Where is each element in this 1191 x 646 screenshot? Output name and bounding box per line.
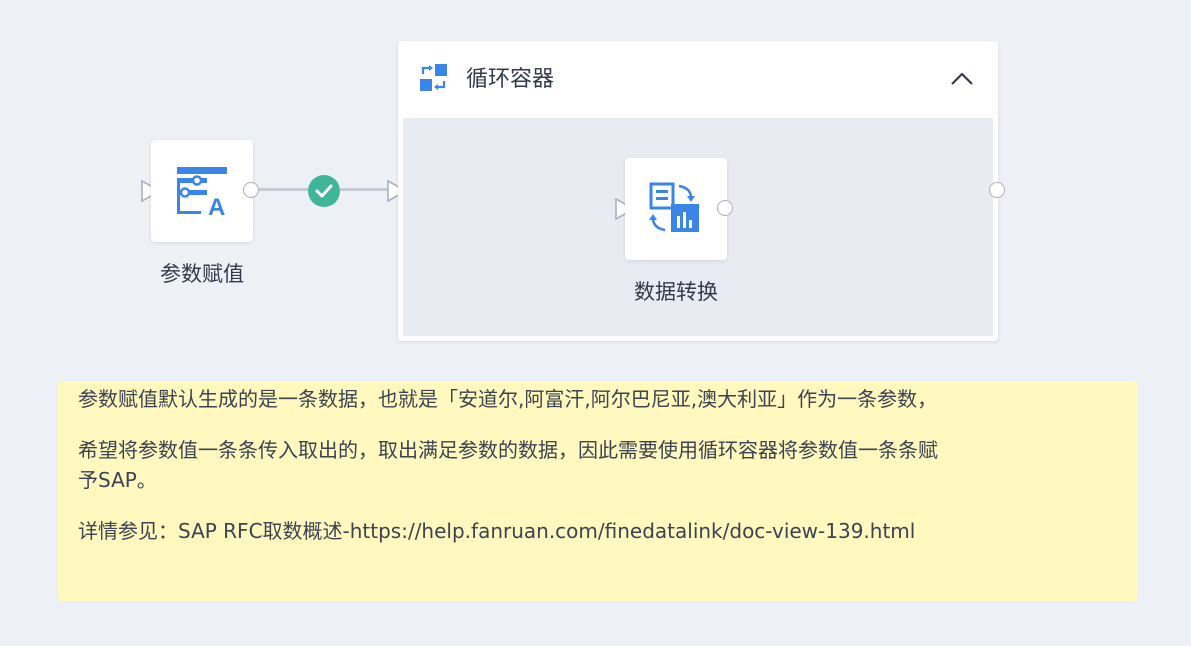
chevron-up-icon <box>951 72 973 85</box>
container-title: 循环容器 <box>466 67 555 92</box>
node-label-param: 参数赋值 <box>160 262 244 286</box>
svg-text:A: A <box>208 194 225 218</box>
note-line-3: 详情参见：SAP RFC取数概述-https://help.fanruan.co… <box>78 519 916 543</box>
loop-container-icon <box>420 64 447 91</box>
node-param-assign[interactable]: A <box>151 140 253 242</box>
check-circle-icon[interactable] <box>308 175 340 207</box>
output-port-param[interactable] <box>243 182 259 198</box>
data-transform-icon <box>649 182 699 232</box>
node-data-transform[interactable] <box>625 158 727 260</box>
container-header[interactable]: 循环容器 <box>398 41 998 117</box>
node-label-transform: 数据转换 <box>634 280 718 304</box>
edge-line-right[interactable] <box>340 188 388 191</box>
flow-canvas[interactable]: A 参数赋值 循环容器 数据转换 参数赋值默认生成的是一条数据，也就是「安道尔,… <box>0 0 1191 646</box>
parameter-assign-icon: A <box>177 167 227 218</box>
note-box[interactable]: 参数赋值默认生成的是一条数据，也就是「安道尔,阿富汗,阿尔巴尼亚,澳大利亚」作为… <box>58 381 1138 601</box>
output-port-container[interactable] <box>989 182 1005 198</box>
output-port-transform[interactable] <box>717 200 733 216</box>
note-line-1: 参数赋值默认生成的是一条数据，也就是「安道尔,阿富汗,阿尔巴尼亚,澳大利亚」作为… <box>78 387 938 411</box>
collapse-button[interactable] <box>946 63 978 95</box>
edge-line-left[interactable] <box>259 188 309 191</box>
note-line-2a: 希望将参数值一条条传入取出的，取出满足参数的数据，因此需要使用循环容器将参数值一… <box>78 438 938 462</box>
note-line-2b: 予SAP。 <box>78 468 157 492</box>
